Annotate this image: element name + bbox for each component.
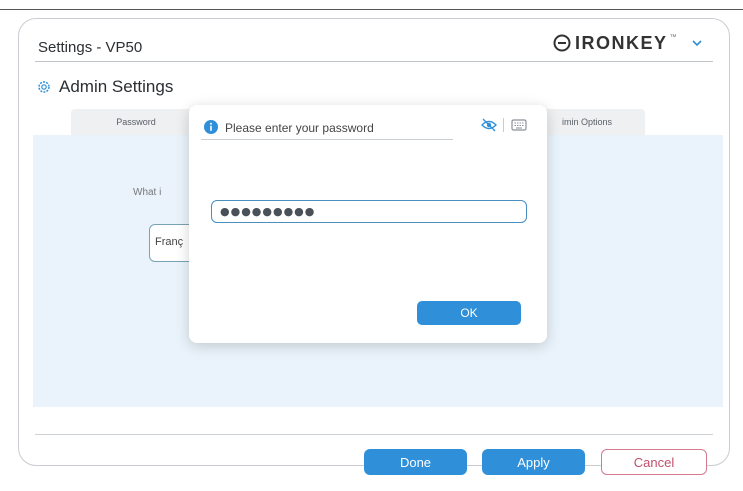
top-divider	[0, 9, 743, 10]
done-button[interactable]: Done	[364, 449, 467, 475]
dialog-divider	[201, 139, 453, 140]
brand-name: IRONKEY	[575, 32, 668, 53]
footer-divider	[35, 434, 713, 435]
gear-icon	[38, 81, 50, 93]
password-input[interactable]	[211, 200, 527, 223]
language-value: Franç	[155, 236, 184, 248]
section-title: Admin Settings	[59, 77, 174, 96]
apply-button[interactable]: Apply	[482, 449, 585, 475]
chevron-down-icon[interactable]	[691, 37, 703, 49]
section-header: Admin Settings	[37, 77, 173, 97]
tab-password[interactable]: Password	[71, 109, 201, 135]
ok-button[interactable]: OK	[417, 301, 521, 325]
keyboard-icon[interactable]	[511, 118, 527, 132]
window-title: Settings - VP50	[38, 39, 143, 56]
cancel-button[interactable]: Cancel	[601, 449, 707, 475]
info-icon	[204, 120, 218, 134]
dialog-title: Please enter your password	[225, 121, 374, 135]
hide-password-icon[interactable]	[481, 118, 497, 132]
icon-separator	[503, 118, 504, 132]
brand-menu[interactable]: IRONKEY ™	[553, 31, 703, 55]
brand-trademark: ™	[669, 34, 677, 41]
ironkey-logo-icon	[553, 34, 571, 52]
language-question: What i	[133, 187, 162, 198]
password-dialog: Please enter your password OK	[189, 105, 547, 343]
title-divider	[35, 61, 713, 62]
